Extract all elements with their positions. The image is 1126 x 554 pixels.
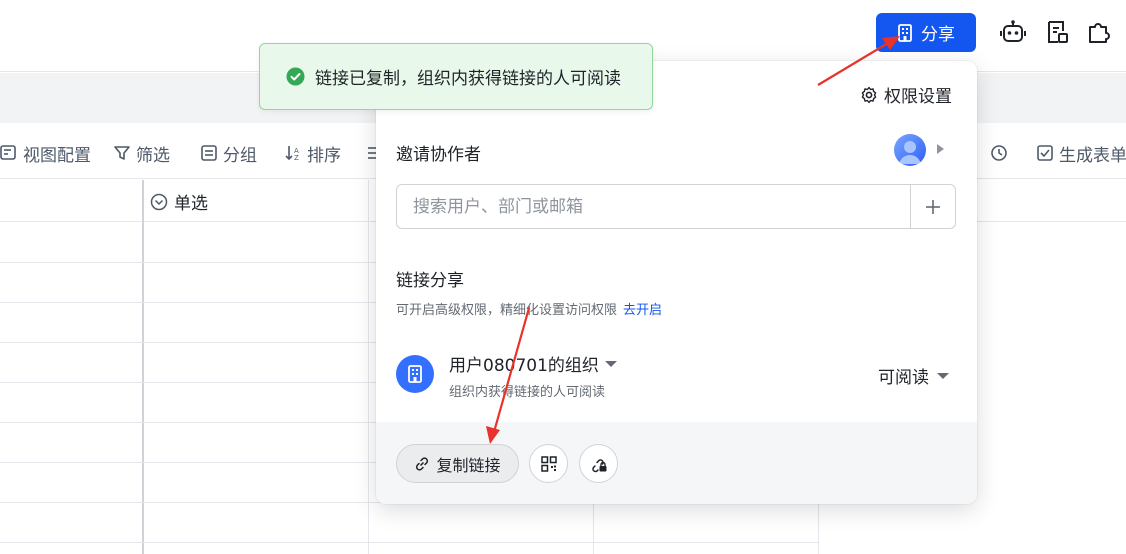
org-building-icon <box>396 355 434 393</box>
filter-icon <box>113 144 131 162</box>
single-select-icon <box>150 193 168 211</box>
avatar[interactable] <box>894 134 926 166</box>
share-panel-footer: 复制链接 <box>376 422 977 504</box>
sort-label: 排序 <box>307 145 341 166</box>
group-label: 分组 <box>223 145 257 166</box>
sort-button[interactable]: AZ 排序 <box>284 141 341 166</box>
enable-advanced-link[interactable]: 去开启 <box>623 299 662 318</box>
permission-settings-button[interactable]: 权限设置 <box>860 82 952 107</box>
toast-message: 链接已复制，组织内获得链接的人可阅读 <box>315 69 621 89</box>
add-collaborator-button[interactable] <box>910 185 955 228</box>
invite-search-box <box>396 184 956 229</box>
permission-settings-label: 权限设置 <box>884 87 952 107</box>
grid-row-divider <box>0 542 818 543</box>
share-label: 分享 <box>921 25 955 45</box>
link-lock-button[interactable] <box>579 444 618 483</box>
link-share-desc-text: 可开启高级权限，精细化设置访问权限 <box>396 303 618 318</box>
link-icon <box>414 456 430 472</box>
chevron-down-icon <box>604 360 617 367</box>
link-permission-dropdown[interactable]: 可阅读 <box>878 363 949 388</box>
building-icon <box>897 23 913 42</box>
invite-collaborators-title: 邀请协作者 <box>396 145 481 165</box>
filter-label: 筛选 <box>136 145 170 166</box>
generate-form-button[interactable]: 生成表单 <box>1036 141 1126 166</box>
copy-success-toast: 链接已复制，组织内获得链接的人可阅读 <box>259 43 653 110</box>
group-icon <box>200 144 218 162</box>
share-button[interactable]: 分享 <box>876 13 976 52</box>
share-panel: 权限设置 邀请协作者 链接分享 可开启高级权限，精细化设置访问权限 去开启 用户… <box>376 61 977 504</box>
chevron-down-icon <box>937 372 949 379</box>
org-scope-description: 组织内获得链接的人可阅读 <box>449 385 606 400</box>
invite-search-input[interactable] <box>397 185 910 228</box>
generate-form-label: 生成表单 <box>1059 145 1126 166</box>
form-icon <box>1036 144 1054 162</box>
check-circle-icon <box>286 67 305 86</box>
group-button[interactable]: 分组 <box>200 141 257 166</box>
grid-column-divider <box>368 180 369 554</box>
gear-icon <box>860 86 878 104</box>
link-permission-label: 可阅读 <box>878 368 929 388</box>
template-icon[interactable] <box>1044 19 1070 45</box>
view-config-icon <box>0 144 18 162</box>
copy-link-label: 复制链接 <box>436 455 501 475</box>
robot-icon[interactable] <box>1000 19 1026 45</box>
plus-icon <box>924 198 942 216</box>
qr-code-icon <box>540 455 558 473</box>
column-header-single-select[interactable]: 单选 <box>150 189 208 214</box>
org-name-label: 用户080701的组织 <box>449 356 599 376</box>
link-lock-icon <box>590 455 608 473</box>
link-share-description: 可开启高级权限，精细化设置访问权限 去开启 <box>396 299 662 318</box>
link-share-title: 链接分享 <box>396 271 464 291</box>
view-config-button[interactable]: 视图配置 <box>0 141 91 166</box>
svg-text:Z: Z <box>294 154 299 162</box>
history-icon[interactable] <box>990 141 1008 165</box>
grid-column-divider <box>142 180 144 554</box>
org-scope-dropdown[interactable]: 用户080701的组织 <box>449 351 617 376</box>
column-header-label: 单选 <box>174 194 208 214</box>
caret-right-icon[interactable] <box>937 144 944 154</box>
qr-code-button[interactable] <box>529 444 568 483</box>
filter-button[interactable]: 筛选 <box>113 141 170 166</box>
copy-link-button[interactable]: 复制链接 <box>396 444 519 483</box>
sort-icon: AZ <box>284 144 302 162</box>
plugin-icon[interactable] <box>1086 19 1112 45</box>
view-config-label: 视图配置 <box>23 145 91 166</box>
